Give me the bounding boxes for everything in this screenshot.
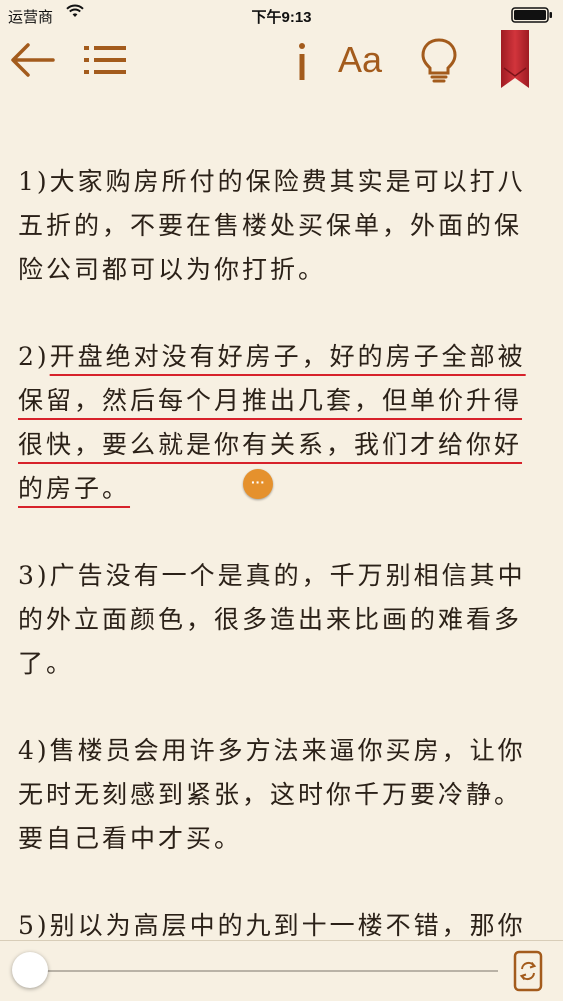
- paragraph-1: 1)大家购房所付的保险费其实是可以打八五折的，不要在售楼处买保单，外面的保险公司…: [18, 167, 526, 284]
- paragraph-5: 5)别以为高层中的九到十一楼不错，那你大错了，这些楼层正好是扬灰层，脏: [18, 911, 526, 940]
- reader-toolbar: Aa: [0, 30, 563, 90]
- lightbulb-icon: [421, 38, 457, 83]
- paragraph-4: 4)售楼员会用许多方法来逼你买房，让你无时无刻感到紧张，这时你千万要冷静。要自己…: [18, 736, 526, 853]
- progress-slider-track[interactable]: [30, 970, 498, 972]
- paragraph-2-highlighted[interactable]: 2)开盘绝对没有好房子，好的房子全部被保留，然后每个月推出几套，但单价升得很快，…: [18, 335, 538, 511]
- table-of-contents-button[interactable]: [82, 40, 128, 80]
- battery-icon: [511, 7, 553, 23]
- arrow-left-icon: [11, 43, 55, 77]
- paragraph-prefix: 2): [18, 342, 50, 371]
- annotation-note-icon[interactable]: ···: [243, 469, 273, 499]
- bottom-bar: [0, 940, 563, 1001]
- bookmark-icon: [501, 30, 529, 88]
- paragraph-3: 3)广告没有一个是真的，千万别相信其中的外立面颜色，很多造出来比画的难看多了。: [18, 561, 526, 678]
- brightness-button[interactable]: [418, 36, 460, 84]
- status-time: 下午9:13: [251, 9, 312, 26]
- rotation-lock-button[interactable]: [512, 949, 544, 993]
- list-icon: [84, 46, 126, 74]
- bookmark-button[interactable]: [498, 30, 532, 90]
- rotate-lock-icon: [513, 950, 543, 992]
- status-bar: 运营商 下午9:13: [0, 0, 563, 30]
- info-icon: [299, 43, 305, 80]
- info-button[interactable]: [288, 36, 316, 84]
- back-button[interactable]: [8, 40, 58, 80]
- reading-content: 1)大家购房所付的保险费其实是可以打八五折的，不要在售楼处买保单，外面的保险公司…: [18, 160, 538, 940]
- font-size-button[interactable]: Aa: [338, 38, 390, 82]
- progress-slider-thumb[interactable]: [12, 952, 48, 988]
